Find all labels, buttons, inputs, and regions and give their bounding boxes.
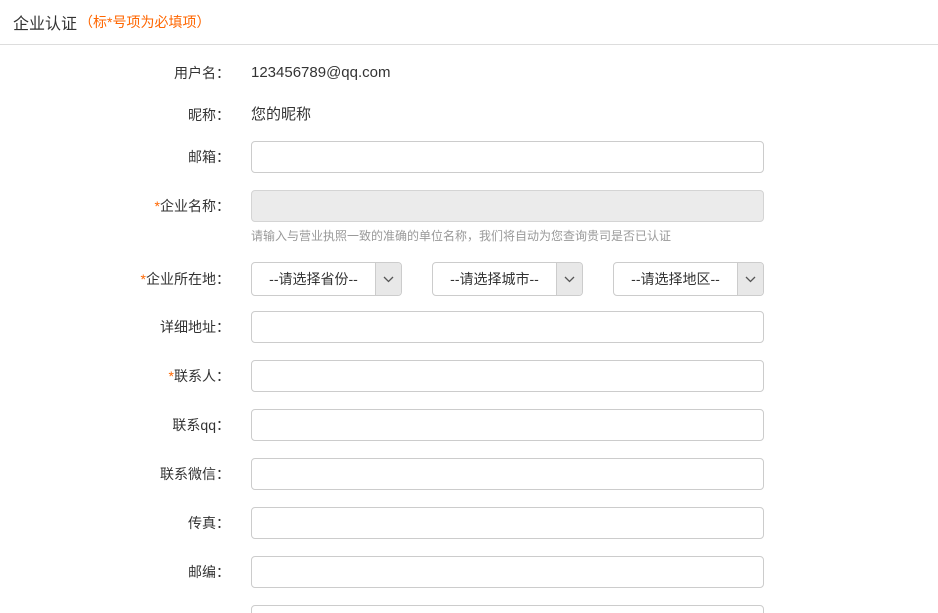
form-row-contact-person: *联系人：	[0, 360, 938, 392]
fax-label: 传真：	[0, 507, 230, 539]
address-control	[251, 311, 764, 343]
username-label: 用户名：	[0, 58, 230, 88]
contact-qq-control	[251, 409, 764, 441]
form-row-contact-qq: 联系qq：	[0, 409, 938, 441]
postal-code-label: 邮编：	[0, 556, 230, 588]
form-row-username: 用户名： 123456789@qq.com	[0, 58, 938, 88]
form-row-postal-code: 邮编：	[0, 556, 938, 588]
contact-person-label: *联系人：	[0, 360, 230, 392]
field-label-text: 企业名称：	[160, 198, 230, 214]
form-row-next-field	[0, 605, 938, 613]
province-select-value: --请选择省份--	[252, 263, 375, 295]
required-note: （标*号项为必填项）	[79, 12, 210, 32]
nickname-value: 您的昵称	[251, 100, 764, 130]
nickname-control: 您的昵称	[251, 100, 764, 130]
contact-wechat-input[interactable]	[251, 458, 764, 490]
address-input[interactable]	[251, 311, 764, 343]
contact-person-input[interactable]	[251, 360, 764, 392]
chevron-down-icon	[737, 263, 763, 295]
company-name-label: *企业名称：	[0, 190, 230, 245]
enterprise-verification-page: 企业认证 （标*号项为必填项） 用户名： 123456789@qq.com 昵称： 您…	[0, 0, 938, 613]
next-field-label	[0, 605, 230, 613]
enterprise-form: 用户名： 123456789@qq.com 昵称： 您的昵称邮箱： *企业名称： 请输入与…	[0, 45, 938, 613]
district-select-value: --请选择地区--	[614, 263, 737, 295]
username-value: 123456789@qq.com	[251, 58, 764, 88]
email-input[interactable]	[251, 141, 764, 173]
company-name-control: 请输入与营业执照一致的准确的单位名称，我们将自动为您查询贵司是否已认证	[251, 190, 764, 245]
form-row-address: 详细地址：	[0, 311, 938, 343]
contact-wechat-control	[251, 458, 764, 490]
city-select[interactable]: --请选择城市--	[432, 262, 583, 296]
field-label-text: 企业所在地：	[146, 271, 230, 287]
contact-wechat-label: 联系微信：	[0, 458, 230, 490]
form-row-contact-wechat: 联系微信：	[0, 458, 938, 490]
next-field-input[interactable]	[251, 605, 764, 613]
form-row-company-name: *企业名称： 请输入与营业执照一致的准确的单位名称，我们将自动为您查询贵司是否已认…	[0, 190, 938, 245]
field-label-text: 详细地址：	[160, 319, 230, 335]
contact-person-control	[251, 360, 764, 392]
field-label-text: 邮编：	[188, 564, 230, 580]
district-select[interactable]: --请选择地区--	[613, 262, 764, 296]
chevron-down-icon	[556, 263, 582, 295]
postal-code-input[interactable]	[251, 556, 764, 588]
company-name-input	[251, 190, 764, 222]
field-label-text: 传真：	[188, 515, 230, 531]
page-title: 企业认证	[13, 10, 77, 34]
contact-qq-input[interactable]	[251, 409, 764, 441]
form-row-nickname: 昵称： 您的昵称	[0, 100, 938, 130]
postal-code-control	[251, 556, 764, 588]
form-row-company-location: *企业所在地： --请选择省份-- --请选择城市-- --请选择地区--	[0, 262, 938, 296]
username-control: 123456789@qq.com	[251, 58, 764, 88]
field-label-text: 邮箱：	[188, 149, 230, 165]
form-row-fax: 传真：	[0, 507, 938, 539]
address-label: 详细地址：	[0, 311, 230, 343]
chevron-down-icon	[375, 263, 401, 295]
page-header: 企业认证 （标*号项为必填项）	[0, 0, 938, 45]
fax-input[interactable]	[251, 507, 764, 539]
contact-qq-label: 联系qq：	[0, 409, 230, 441]
field-label-text: 联系人：	[174, 368, 230, 384]
nickname-label: 昵称：	[0, 100, 230, 130]
company-location-label: *企业所在地：	[0, 262, 230, 296]
city-select-value: --请选择城市--	[433, 263, 556, 295]
form-row-email: 邮箱：	[0, 141, 938, 173]
email-control	[251, 141, 764, 173]
company-location-control: --请选择省份-- --请选择城市-- --请选择地区--	[251, 262, 764, 296]
field-label-text: 用户名：	[174, 65, 230, 81]
company-name-hint: 请输入与营业执照一致的准确的单位名称，我们将自动为您查询贵司是否已认证	[251, 227, 764, 245]
field-label-text: 联系微信：	[160, 466, 230, 482]
field-label-text: 联系qq：	[172, 417, 230, 433]
fax-control	[251, 507, 764, 539]
field-label-text: 昵称：	[188, 107, 230, 123]
email-label: 邮箱：	[0, 141, 230, 173]
province-select[interactable]: --请选择省份--	[251, 262, 402, 296]
next-field-control	[251, 605, 764, 613]
